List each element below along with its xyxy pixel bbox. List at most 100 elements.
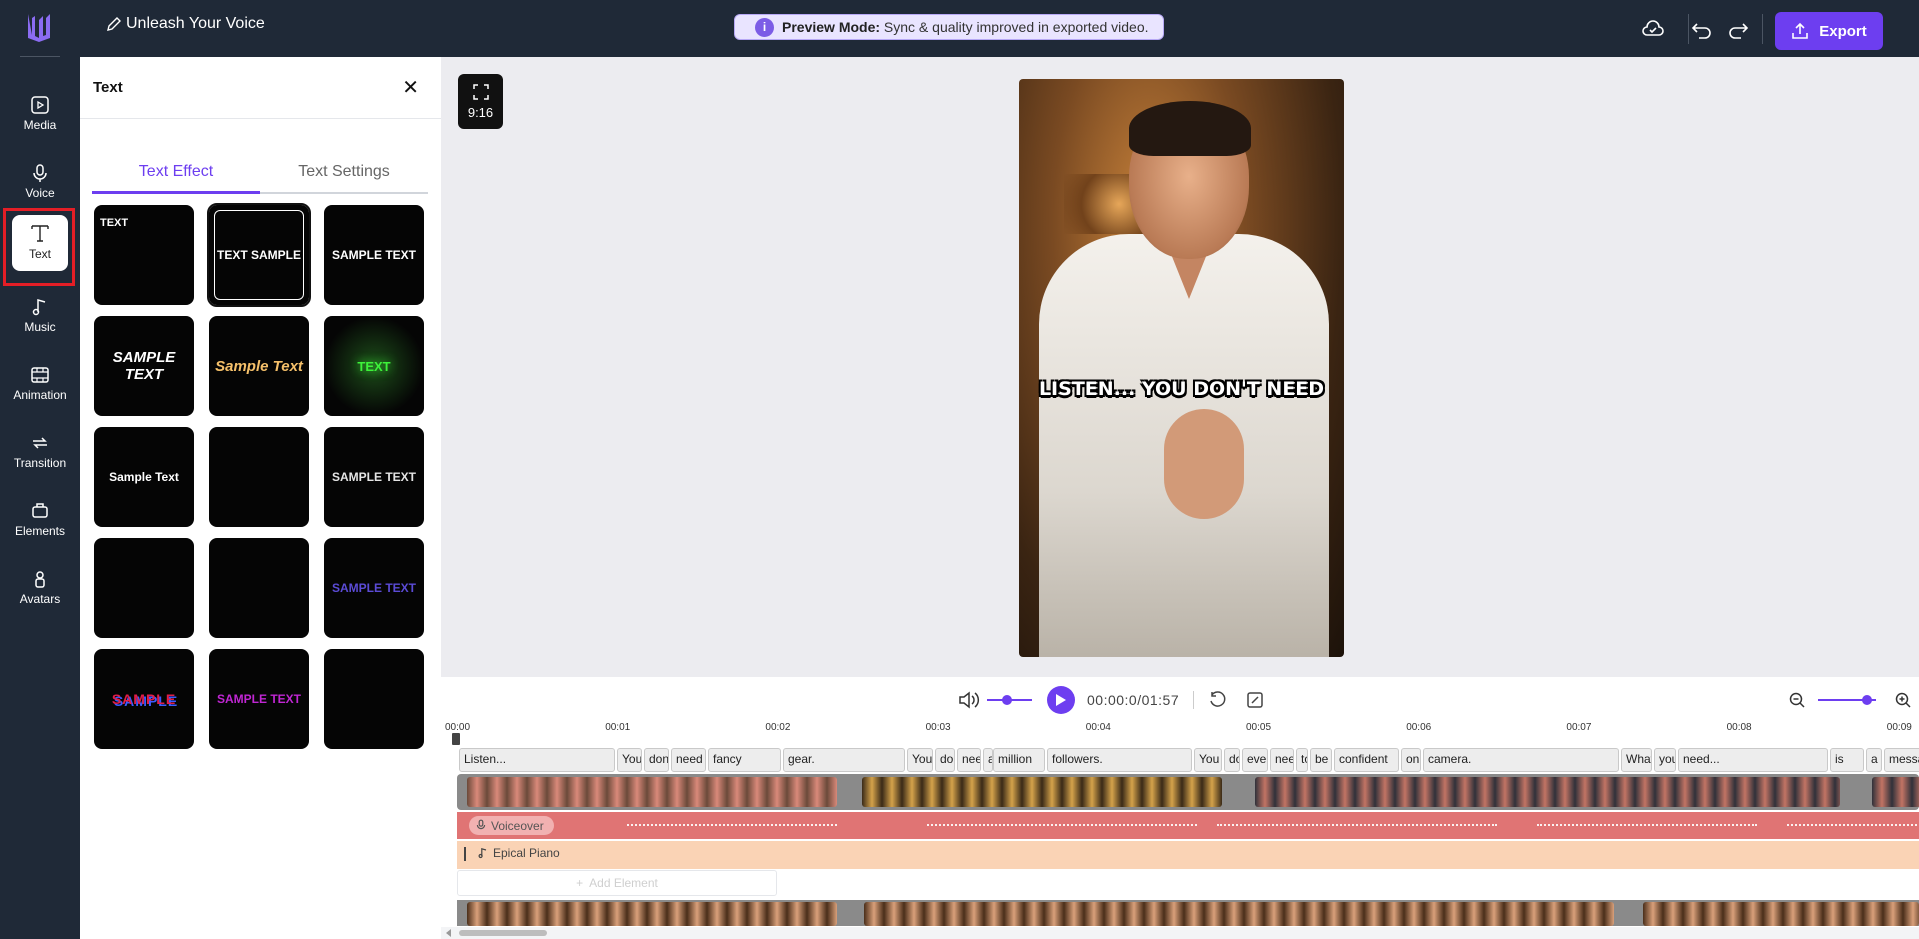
text-effect-tile[interactable]: Sample Text <box>94 427 194 527</box>
video-clip[interactable] <box>864 902 1614 926</box>
microphone-icon <box>476 819 486 830</box>
nav-voice[interactable]: Voice <box>0 149 80 213</box>
video-clip[interactable] <box>467 777 837 807</box>
text-effect-tile[interactable] <box>209 538 309 638</box>
app-logo[interactable] <box>26 12 52 42</box>
rewind-icon[interactable] <box>1208 691 1226 709</box>
caption-word-chip[interactable]: be <box>1310 748 1332 772</box>
project-title[interactable]: Unleash Your Voice <box>106 15 265 33</box>
time-ruler[interactable]: 00:00 00:01 00:02 00:03 00:04 00:05 00:06 00:07… <box>445 722 1919 736</box>
text-effect-tile[interactable]: SAMPLE TEXT <box>94 316 194 416</box>
scroll-left-icon[interactable] <box>445 929 453 937</box>
video-clip[interactable] <box>467 902 837 926</box>
add-element-button[interactable]: + Add Element <box>457 870 777 896</box>
music-label: Epical Piano <box>477 846 560 860</box>
close-icon[interactable]: ✕ <box>402 75 419 100</box>
caption-word-chip[interactable]: don <box>1224 748 1240 772</box>
caption-word-chip[interactable]: you <box>1654 748 1676 772</box>
music-track-handle[interactable] <box>464 847 466 861</box>
text-effect-tile[interactable] <box>94 538 194 638</box>
text-effect-tile[interactable] <box>324 649 424 749</box>
nav-music[interactable]: Music <box>0 283 80 347</box>
nav-animation[interactable]: Animation <box>0 351 80 415</box>
text-effect-tile[interactable]: TEXT <box>94 205 194 305</box>
undo-icon[interactable] <box>1690 17 1714 41</box>
caption-word-chip[interactable]: What <box>1621 748 1652 772</box>
caption-word-chip[interactable]: You <box>617 748 642 772</box>
nav-transition[interactable]: Transition <box>0 419 80 483</box>
caption-word-chip[interactable]: Listen... <box>459 748 615 772</box>
tab-text-settings[interactable]: Text Settings <box>260 152 428 192</box>
text-effect-sample: Sample Text <box>109 470 179 484</box>
playhead-handle[interactable] <box>452 733 460 745</box>
caption-word-chip[interactable]: need... <box>1678 748 1828 772</box>
caption-word-chip[interactable]: on <box>1401 748 1421 772</box>
zoom-out-icon[interactable] <box>1788 691 1806 709</box>
timeline-scrollbar[interactable] <box>441 927 1919 939</box>
text-effect-tile[interactable]: Sample Text <box>209 316 309 416</box>
caption-word-chip[interactable]: don <box>935 748 955 772</box>
caption-word-chip[interactable]: confident <box>1334 748 1399 772</box>
caption-word-chip[interactable]: million <box>993 748 1045 772</box>
music-track[interactable]: Epical Piano <box>457 841 1919 869</box>
caption-word-chip[interactable]: nee <box>1270 748 1294 772</box>
ruler-tick-label: 00:00 <box>445 722 471 733</box>
video-clip[interactable] <box>862 777 1222 807</box>
video-clip[interactable] <box>1643 902 1919 926</box>
video-preview[interactable]: LISTEN... YOU DON'T NEED <box>1019 79 1344 657</box>
caption-word-chip[interactable]: You <box>1194 748 1222 772</box>
caption-word-chip[interactable]: You <box>907 748 933 772</box>
caption-word-chip[interactable]: camera. <box>1423 748 1619 772</box>
aspect-ratio-button[interactable]: 9:16 <box>458 74 503 129</box>
caption-word-chip[interactable]: need <box>671 748 706 772</box>
volume-control[interactable] <box>957 686 1032 714</box>
video-clip-track[interactable] <box>457 774 1919 810</box>
text-effect-tile[interactable]: SAMPLE TEXT <box>324 427 424 527</box>
caption-word-chip[interactable]: to <box>1296 748 1308 772</box>
scrollbar-thumb[interactable] <box>459 930 547 936</box>
text-effect-tile[interactable] <box>209 427 309 527</box>
caption-word-chip[interactable]: don <box>644 748 669 772</box>
video-caption[interactable]: LISTEN... YOU DON'T NEED <box>1019 379 1344 399</box>
zoom-slider[interactable] <box>1818 695 1876 705</box>
caption-word-chip[interactable]: a <box>983 748 993 772</box>
volume-slider[interactable] <box>987 695 1032 705</box>
fit-screen-icon[interactable] <box>1246 691 1264 709</box>
nav-media[interactable]: Media <box>0 81 80 145</box>
voiceover-track[interactable]: Voiceover <box>457 812 1919 839</box>
caption-word-chip[interactable]: nee <box>957 748 981 772</box>
text-effect-tile[interactable]: TEXT <box>324 316 424 416</box>
caption-word-chip[interactable]: followers. <box>1047 748 1192 772</box>
text-effect-tile[interactable]: TEXT SAMPLE <box>207 203 311 307</box>
music-note-icon <box>32 298 46 315</box>
video-clip[interactable] <box>1872 777 1919 807</box>
zoom-in-icon[interactable] <box>1894 691 1912 709</box>
text-effect-sample: TEXT <box>357 358 391 374</box>
video-clip[interactable] <box>1255 777 1840 807</box>
text-effect-tile[interactable]: SAMPLE TEXT <box>209 649 309 749</box>
caption-word-chip[interactable]: is <box>1830 748 1864 772</box>
caption-word-chip[interactable]: gear. <box>783 748 905 772</box>
caption-word-chip[interactable]: message <box>1884 748 1919 772</box>
caption-word-chip[interactable]: fancy <box>708 748 781 772</box>
volume-knob[interactable] <box>1002 695 1013 705</box>
nav-elements[interactable]: Elements <box>0 487 80 551</box>
nav-music-label: Music <box>24 319 56 334</box>
export-button[interactable]: Export <box>1775 12 1883 50</box>
top-divider <box>1688 14 1689 44</box>
caption-word-chip[interactable]: a <box>1866 748 1882 772</box>
text-effect-tile[interactable]: SAMPLE TEXT <box>324 205 424 305</box>
redo-icon[interactable] <box>1726 17 1750 41</box>
cloud-save-icon[interactable] <box>1641 17 1665 41</box>
zoom-knob[interactable] <box>1862 695 1873 705</box>
voiceover-label: Voiceover <box>469 816 554 835</box>
nav-avatars[interactable]: Avatars <box>0 555 80 619</box>
play-button[interactable] <box>1047 686 1075 714</box>
text-effect-tile[interactable]: SAMPLE TEXT <box>324 538 424 638</box>
secondary-clip-track[interactable] <box>457 900 1919 926</box>
top-bar: Unleash Your Voice i Preview Mode: Sync … <box>0 0 1919 57</box>
caption-word-chip[interactable]: eve <box>1242 748 1268 772</box>
tab-text-effect[interactable]: Text Effect <box>92 152 260 194</box>
text-effect-tile[interactable]: SAMPLE <box>94 649 194 749</box>
volume-icon <box>959 691 980 709</box>
